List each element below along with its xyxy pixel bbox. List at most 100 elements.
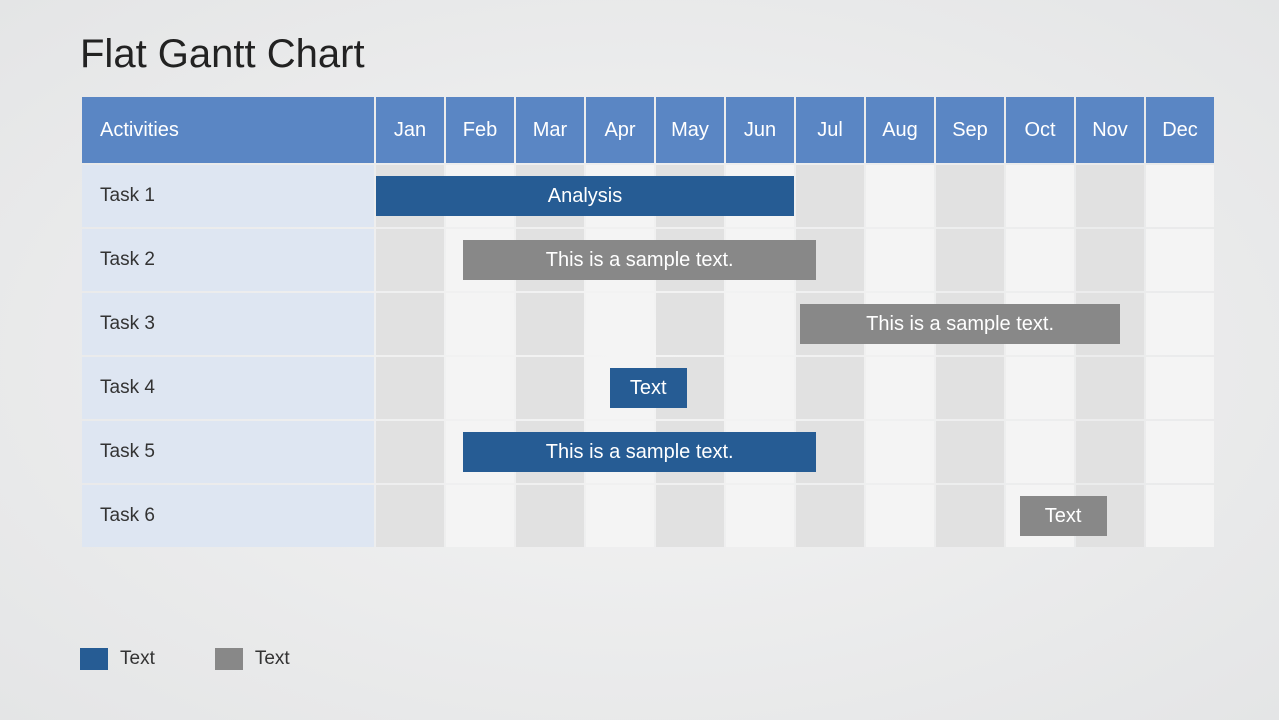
gantt-cell: [376, 485, 444, 547]
legend-item-gray: Text: [215, 648, 290, 670]
header-month: Dec: [1146, 97, 1214, 163]
legend-swatch-blue: [80, 648, 108, 670]
gantt-cell: [1006, 485, 1074, 547]
gantt-cell: [936, 485, 1004, 547]
gantt-cell: [586, 229, 654, 291]
gantt-cell: [866, 421, 934, 483]
gantt-cell: [586, 293, 654, 355]
gantt-cell: [516, 165, 584, 227]
table-row: Task 3: [82, 293, 1214, 355]
gantt-cell: [516, 421, 584, 483]
header-month: Jul: [796, 97, 864, 163]
gantt-cell: [866, 357, 934, 419]
table-row: Task 1: [82, 165, 1214, 227]
gantt-cell: [936, 421, 1004, 483]
page-title: Flat Gantt Chart: [80, 32, 1199, 77]
gantt-cell: [376, 229, 444, 291]
gantt-cell: [446, 421, 514, 483]
legend-label: Text: [255, 648, 290, 670]
gantt-cell: [936, 165, 1004, 227]
gantt-cell: [1146, 421, 1214, 483]
gantt-cell: [726, 165, 794, 227]
gantt-cell: [936, 229, 1004, 291]
gantt-cell: [1076, 485, 1144, 547]
gantt-cell: [726, 293, 794, 355]
gantt-cell: [796, 421, 864, 483]
gantt-cell: [446, 229, 514, 291]
gantt-cell: [446, 485, 514, 547]
gantt-cell: [936, 293, 1004, 355]
gantt-cell: [1146, 293, 1214, 355]
task-label: Task 4: [82, 357, 374, 419]
gantt-cell: [1006, 421, 1074, 483]
gantt-cell: [656, 485, 724, 547]
gantt-cell: [1146, 229, 1214, 291]
gantt-cell: [376, 357, 444, 419]
gantt-cell: [1146, 165, 1214, 227]
table-row: Task 4: [82, 357, 1214, 419]
legend-item-blue: Text: [80, 648, 155, 670]
gantt-cell: [1146, 357, 1214, 419]
gantt-cell: [656, 421, 724, 483]
gantt-cell: [516, 229, 584, 291]
table-row: Task 2: [82, 229, 1214, 291]
gantt-cell: [586, 485, 654, 547]
gantt-cell: [866, 293, 934, 355]
task-label: Task 6: [82, 485, 374, 547]
table-row: Task 6: [82, 485, 1214, 547]
gantt-cell: [796, 357, 864, 419]
header-month: May: [656, 97, 724, 163]
gantt-cell: [1076, 229, 1144, 291]
gantt-cell: [586, 357, 654, 419]
gantt-cell: [936, 357, 1004, 419]
table-row: Task 5: [82, 421, 1214, 483]
gantt-cell: [726, 485, 794, 547]
header-activities: Activities: [82, 97, 374, 163]
header-month: Aug: [866, 97, 934, 163]
gantt-table: Activities Jan Feb Mar Apr May Jun Jul A…: [80, 95, 1216, 549]
gantt-cell: [726, 229, 794, 291]
task-label: Task 1: [82, 165, 374, 227]
task-label: Task 5: [82, 421, 374, 483]
gantt-cell: [376, 421, 444, 483]
header-month: Feb: [446, 97, 514, 163]
header-month: Oct: [1006, 97, 1074, 163]
gantt-cell: [656, 357, 724, 419]
header-month: Apr: [586, 97, 654, 163]
gantt-cell: [586, 421, 654, 483]
slide: Flat Gantt Chart Activities Jan Feb Mar …: [0, 0, 1279, 720]
gantt-cell: [586, 165, 654, 227]
legend: Text Text: [80, 648, 290, 670]
header-month: Nov: [1076, 97, 1144, 163]
gantt-cell: [726, 357, 794, 419]
gantt-cell: [866, 165, 934, 227]
gantt-cell: [656, 293, 724, 355]
gantt-cell: [656, 165, 724, 227]
gantt-cell: [1076, 293, 1144, 355]
gantt-cell: [516, 293, 584, 355]
gantt-cell: [1076, 421, 1144, 483]
gantt-cell: [376, 165, 444, 227]
gantt-cell: [376, 293, 444, 355]
gantt-cell: [1146, 485, 1214, 547]
gantt-cell: [1006, 165, 1074, 227]
gantt-cell: [446, 357, 514, 419]
gantt-cell: [866, 229, 934, 291]
header-month: Jan: [376, 97, 444, 163]
gantt-cell: [796, 485, 864, 547]
task-label: Task 2: [82, 229, 374, 291]
gantt-cell: [656, 229, 724, 291]
gantt-cell: [796, 293, 864, 355]
header-month: Sep: [936, 97, 1004, 163]
header-month: Jun: [726, 97, 794, 163]
gantt-cell: [516, 357, 584, 419]
gantt-cell: [796, 165, 864, 227]
gantt-cell: [1006, 357, 1074, 419]
legend-label: Text: [120, 648, 155, 670]
gantt-cell: [516, 485, 584, 547]
header-month: Mar: [516, 97, 584, 163]
gantt-cell: [1006, 229, 1074, 291]
gantt-cell: [1076, 357, 1144, 419]
gantt-cell: [1006, 293, 1074, 355]
gantt-cell: [726, 421, 794, 483]
